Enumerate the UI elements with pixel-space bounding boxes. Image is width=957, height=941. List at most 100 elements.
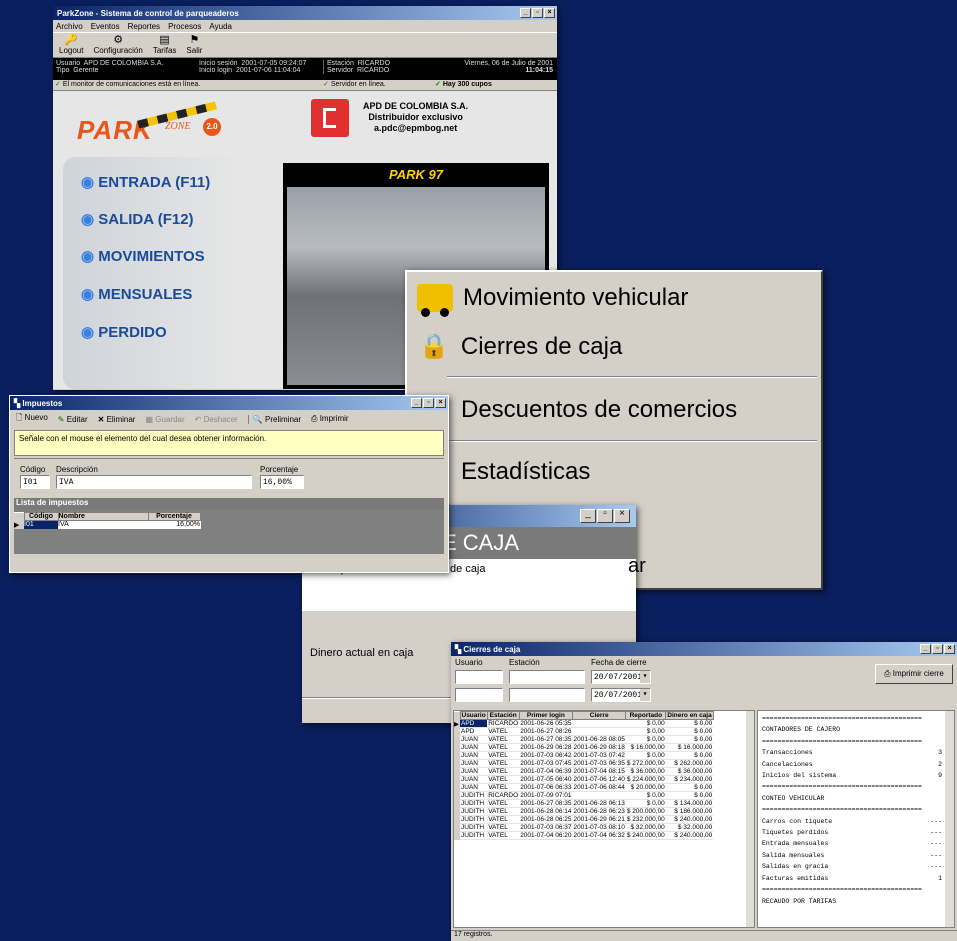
eliminar-button[interactable]: ✕ Eliminar bbox=[98, 415, 136, 424]
table-row[interactable]: JUAN VATEL 2001-07-03 07:45 2001-07-03 06:3… bbox=[454, 759, 714, 768]
table-cell: JUDITH bbox=[460, 823, 488, 832]
editar-button[interactable]: ✎ Editar bbox=[58, 415, 88, 424]
maximize-button[interactable]: ▫ bbox=[932, 644, 943, 654]
config-button[interactable]: ⚙ Configuración bbox=[93, 33, 142, 57]
maximize-button[interactable]: ▫ bbox=[597, 509, 613, 523]
menu-reportes[interactable]: Reportes bbox=[128, 22, 160, 31]
printer-icon: ⎙ bbox=[311, 414, 318, 423]
table-row[interactable]: APD VATEL 2001-06-27 08:26 $ 0,00 $ 0,00 bbox=[454, 727, 714, 736]
info-bar: Usuario APD DE COLOMBIA S.A. Tipo Gerente… bbox=[53, 58, 557, 80]
menu-descuentos[interactable]: Descuentos de comercios bbox=[461, 396, 737, 424]
table-cell: $ 32.000,00 bbox=[665, 823, 714, 832]
usuario-input[interactable] bbox=[455, 670, 503, 684]
report-line: ========================================… bbox=[762, 783, 922, 791]
report-line: RECAUDO POR TARIFAS bbox=[762, 897, 837, 905]
table-cell: $ 20.000,00 bbox=[625, 783, 666, 792]
fecha-label: Fecha de cierre bbox=[591, 658, 647, 667]
nav-movimientos[interactable]: ◉ MOVIMIENTOS bbox=[81, 247, 205, 265]
row-pointer-icon: ▶ bbox=[14, 520, 24, 529]
grid-header: Usuario Estación Primer login Cierre Rep… bbox=[454, 711, 714, 720]
impuestos-titlebar: ▚ Impuestos _ ▫ × bbox=[10, 396, 448, 410]
minimize-button[interactable]: _ bbox=[580, 509, 596, 523]
close-button[interactable]: × bbox=[944, 644, 955, 654]
table-cell: VATEL bbox=[487, 807, 520, 816]
table-cell: VATEL bbox=[487, 815, 520, 824]
table-cell: $ 240.000,00 bbox=[625, 831, 666, 840]
nav-entrada[interactable]: ◉ ENTRADA (F11) bbox=[81, 173, 210, 191]
col-codigo[interactable]: Código bbox=[23, 512, 59, 521]
menu-cierres-caja[interactable]: 🔒 Cierres de caja bbox=[419, 332, 622, 361]
table-row[interactable]: JUAN VATEL 2001-07-04 06:39 2001-07-04 08:1… bbox=[454, 767, 714, 776]
nav-salida[interactable]: ◉ SALIDA (F12) bbox=[81, 210, 194, 228]
table-row[interactable]: JUDITH RICARDO 2001-07-09 07:01 $ 0,00 $ 0,0… bbox=[454, 791, 714, 800]
col-dinero[interactable]: Dinero en caja bbox=[665, 711, 714, 720]
table-row[interactable]: JUDITH VATEL 2001-06-27 08:35 2001-06-28 06… bbox=[454, 799, 714, 808]
minimize-button[interactable]: _ bbox=[920, 644, 931, 654]
window-title: ▚ Impuestos bbox=[14, 398, 63, 408]
estacion-input[interactable] bbox=[509, 670, 585, 684]
table-row[interactable]: ▶ I01 IVA 16,00% bbox=[14, 520, 200, 529]
menu-archivo[interactable]: Archivo bbox=[56, 22, 83, 31]
table-row[interactable]: JUAN VATEL 2001-07-05 06:40 2001-07-06 12:4… bbox=[454, 775, 714, 784]
col-estacion[interactable]: Estación bbox=[486, 711, 520, 720]
close-button[interactable]: × bbox=[435, 398, 446, 408]
close-button[interactable]: × bbox=[614, 509, 630, 523]
imprimir-cierre-button[interactable]: ⎙ Imprimir cierre bbox=[875, 664, 953, 684]
preliminar-button[interactable]: 🔍 Preliminar bbox=[247, 414, 301, 424]
status-bar: 17 registros. bbox=[451, 930, 957, 941]
cierres-window: ▚ Cierres de caja _ ▫ × Usuario Estación F… bbox=[451, 642, 957, 941]
maximize-button[interactable]: ▫ bbox=[423, 398, 434, 408]
imprimir-button[interactable]: ⎙ Imprimir bbox=[311, 414, 349, 424]
check-icon: ✓ bbox=[55, 81, 61, 88]
menu-eventos[interactable]: Eventos bbox=[91, 22, 120, 31]
menu-movimiento-vehicular[interactable]: Movimiento vehicular bbox=[417, 284, 688, 317]
menu-estadisticas[interactable]: Estadísticas bbox=[461, 458, 590, 486]
table-row[interactable]: JUDITH VATEL 2001-06-28 06:14 2001-06-28 06… bbox=[454, 807, 714, 816]
estacion-input-2[interactable] bbox=[509, 688, 585, 702]
table-row[interactable]: JUDITH VATEL 2001-07-04 06:20 2001-07-04 06… bbox=[454, 831, 714, 840]
logout-button[interactable]: 🔑 Logout bbox=[59, 33, 83, 57]
menu-ayuda[interactable]: Ayuda bbox=[209, 22, 232, 31]
col-primer-login[interactable]: Primer login bbox=[518, 711, 574, 720]
deshacer-button[interactable]: ↶ Deshacer bbox=[195, 415, 238, 424]
table-cell: 2001-06-28 06:23 bbox=[572, 807, 626, 816]
tarifas-button[interactable]: ▤ Tarifas bbox=[153, 33, 177, 57]
parkzone-logo: PARK ZONE 2.0 bbox=[77, 101, 229, 145]
nav-mensuales[interactable]: ◉ MENSUALES bbox=[81, 285, 192, 303]
maximize-button[interactable]: ▫ bbox=[532, 8, 543, 18]
minimize-button[interactable]: _ bbox=[411, 398, 422, 408]
table-cell: $ 16.000,00 bbox=[625, 743, 666, 752]
codigo-input[interactable]: I01 bbox=[20, 475, 50, 489]
col-nombre[interactable]: Nombre bbox=[57, 512, 149, 521]
report-vscroll[interactable] bbox=[945, 711, 954, 927]
col-porcentaje[interactable]: Porcentaje bbox=[147, 512, 201, 521]
table-row[interactable]: JUDITH VATEL 2001-07-03 06:37 2001-07-03 08… bbox=[454, 823, 714, 832]
nuevo-button[interactable]: 🗋 Nuevo bbox=[16, 412, 48, 426]
report-line: Salidas en gracia --- bbox=[762, 863, 942, 871]
menu-procesos[interactable]: Procesos bbox=[168, 22, 201, 31]
fecha-hasta-input[interactable]: 20/07/2001 ▾ bbox=[591, 688, 651, 702]
col-reportado[interactable]: Reportado bbox=[625, 711, 667, 720]
table-row[interactable]: JUAN VATEL 2001-07-06 06:33 2001-07-06 08:4… bbox=[454, 783, 714, 792]
table-cell: $ 0,00 bbox=[625, 735, 666, 744]
nav-perdido[interactable]: ◉ PERDIDO bbox=[81, 323, 167, 341]
usuario-input-2[interactable] bbox=[455, 688, 503, 702]
table-row[interactable]: JUAN VATEL 2001-06-29 06:28 2001-06-29 08:1… bbox=[454, 743, 714, 752]
hint-box: Señale con el mouse el elemento del cual… bbox=[14, 430, 444, 456]
table-row[interactable]: JUAN VATEL 2001-06-27 08:35 2001-06-28 08:0… bbox=[454, 735, 714, 744]
grid-vscroll[interactable] bbox=[746, 711, 754, 927]
impuestos-toolbar: 🗋 Nuevo ✎ Editar ✕ Eliminar ▦ Guardar ↶ … bbox=[10, 410, 448, 428]
col-cierre[interactable]: Cierre bbox=[572, 711, 627, 720]
table-cell: VATEL bbox=[487, 751, 520, 760]
guardar-button[interactable]: ▦ Guardar bbox=[145, 415, 184, 424]
descripcion-input[interactable]: IVA bbox=[56, 475, 252, 489]
close-button[interactable]: × bbox=[544, 8, 555, 18]
porcentaje-input[interactable]: 16,00% bbox=[260, 475, 304, 489]
minimize-button[interactable]: _ bbox=[520, 8, 531, 18]
col-usuario[interactable]: Usuario bbox=[459, 711, 488, 720]
table-row[interactable]: JUDITH VATEL 2001-06-28 06:25 2001-06-29 06… bbox=[454, 815, 714, 824]
salir-button[interactable]: ⚑ Salir bbox=[186, 33, 202, 57]
fecha-desde-input[interactable]: 20/07/2001 ▾ bbox=[591, 670, 651, 684]
table-row[interactable]: JUAN VATEL 2001-07-03 06:42 2001-07-03 07:4… bbox=[454, 751, 714, 760]
table-row[interactable]: ▶ APD RICARDO 2001-06-26 05:35 $ 0,00 $ 0,00 bbox=[454, 719, 714, 728]
